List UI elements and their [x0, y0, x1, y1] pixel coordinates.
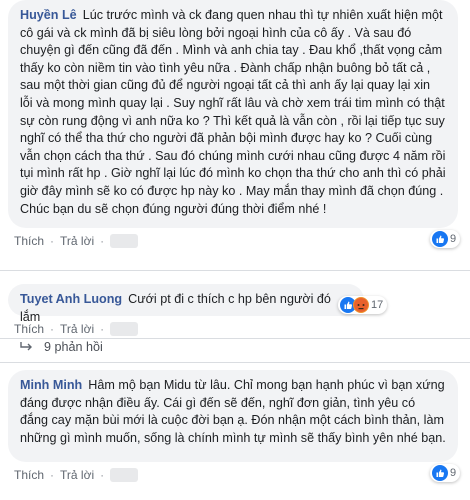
angry-reaction-icon: [353, 297, 369, 313]
reaction-badge[interactable]: 9: [430, 230, 461, 248]
reply-link[interactable]: Trả lời: [60, 468, 94, 482]
commenter-name[interactable]: Huyền Lê: [20, 8, 77, 22]
redacted-timestamp: [110, 468, 139, 482]
divider: [0, 270, 470, 271]
comment-huyen-le: Huyền Lê Lúc trước mình và ck đang quen n…: [8, 0, 458, 248]
like-reaction-icon: [432, 231, 448, 247]
reply-arrow-icon: [20, 342, 32, 351]
view-replies-link[interactable]: 9 phản hồi: [20, 340, 103, 354]
reaction-count: 9: [450, 467, 457, 479]
divider: [0, 338, 470, 339]
comment-actions: Thích · Trả lời ·: [8, 468, 458, 482]
comment-tuyet-anh-luong: Tuyet Anh Luong Cưới pt đi c thích c hp b…: [8, 284, 458, 336]
reaction-badge[interactable]: 17: [338, 296, 388, 314]
replies-count-label[interactable]: 9 phản hồi: [44, 340, 103, 354]
comment-minh-minh: Minh Minh Hâm mộ bạn Midu từ lâu. Chỉ mon…: [8, 370, 458, 482]
comment-actions: Thích · Trả lời ·: [8, 322, 458, 336]
reaction-count: 17: [371, 299, 384, 311]
comment-bubble: Tuyet Anh Luong Cưới pt đi c thích c hp b…: [8, 284, 364, 324]
redacted-timestamp: [110, 234, 139, 248]
comment-text: Hâm mộ bạn Midu từ lâu. Chỉ mong bạn hạn…: [20, 378, 446, 445]
redacted-timestamp: [110, 322, 139, 336]
reply-link[interactable]: Trả lời: [60, 234, 94, 248]
reaction-badge[interactable]: 9: [430, 464, 461, 482]
reaction-count: 9: [450, 233, 457, 245]
commenter-name[interactable]: Minh Minh: [20, 378, 82, 392]
like-reaction-icon: [432, 465, 448, 481]
comment-bubble: Minh Minh Hâm mộ bạn Midu từ lâu. Chỉ mon…: [8, 370, 458, 462]
like-link[interactable]: Thích: [14, 468, 44, 482]
comment-actions: Thích · Trả lời ·: [8, 234, 458, 248]
comment-text: Lúc trước mình và ck đang quen nhau thì …: [20, 8, 446, 216]
divider: [0, 362, 470, 363]
reply-link[interactable]: Trả lời: [60, 322, 94, 336]
comment-bubble: Huyền Lê Lúc trước mình và ck đang quen n…: [8, 0, 458, 228]
like-link[interactable]: Thích: [14, 234, 44, 248]
commenter-name[interactable]: Tuyet Anh Luong: [20, 292, 122, 306]
